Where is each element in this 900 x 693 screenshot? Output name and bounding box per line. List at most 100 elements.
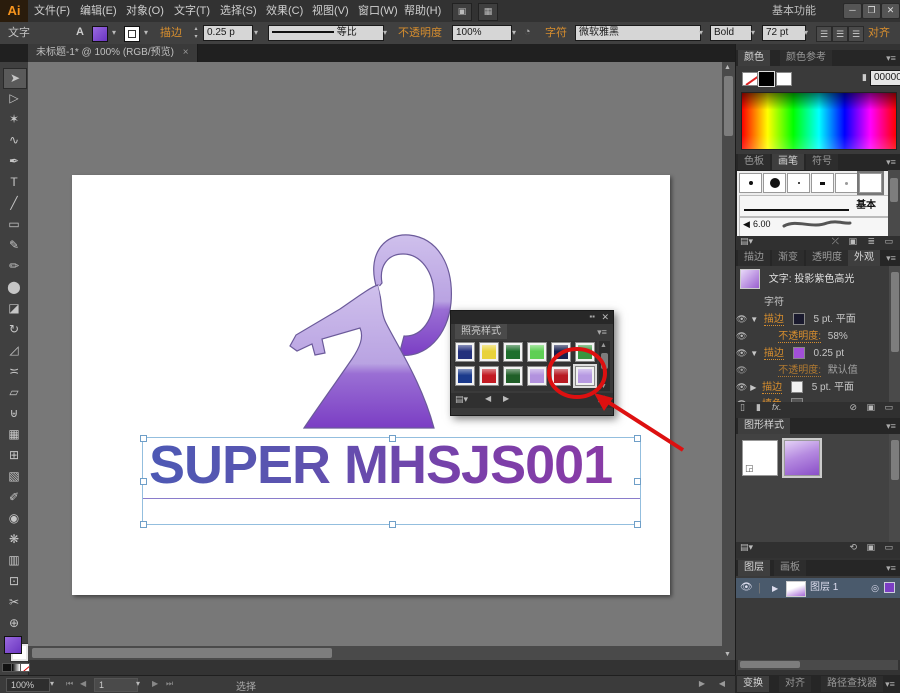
stroke-row-2[interactable]: 👁 ▼ 描边 0.25 pt xyxy=(736,345,889,362)
menu-edit[interactable]: 编辑(E) xyxy=(76,0,121,22)
canvas-area[interactable]: SUPER MHSJS001 ▪▪ ✕ 照亮样式 ▾≡ xyxy=(28,62,722,660)
pencil-tool-icon[interactable]: ✏ xyxy=(3,257,25,276)
tab-color-guide[interactable]: 颜色参考 xyxy=(780,50,832,66)
visibility-eye-icon[interactable]: 👁 xyxy=(736,314,747,324)
v-scroll-up-icon[interactable]: ▲ xyxy=(724,64,731,71)
graphic-styles-scrollbar[interactable] xyxy=(889,434,900,542)
first-artboard-icon[interactable]: ⏮ xyxy=(66,679,73,689)
style-library-panel[interactable]: ▪▪ ✕ 照亮样式 ▾≡ xyxy=(450,310,614,416)
clear-appearance-icon[interactable]: ⊘ xyxy=(849,402,857,413)
font-family-dropdown-icon[interactable]: ▾ xyxy=(695,25,707,41)
goat-logo-graphic[interactable] xyxy=(282,227,462,437)
blend-tool-icon[interactable]: ◉ xyxy=(3,509,25,528)
opacity-field[interactable]: 100% xyxy=(452,25,512,41)
new-brush-icon[interactable]: ≣ xyxy=(867,236,875,247)
purple-style-thumb-selected[interactable] xyxy=(784,440,820,476)
layer-target-circle-icon[interactable]: ◎ xyxy=(871,578,879,598)
delete-brush-icon[interactable]: ▭ xyxy=(884,236,893,247)
layers-panel-menu-icon[interactable]: ▾≡ xyxy=(883,562,899,574)
tab-transparency[interactable]: 透明度 xyxy=(806,250,848,266)
handle-top-left[interactable] xyxy=(140,435,147,442)
visibility-eye-icon[interactable]: 👁 xyxy=(736,365,747,375)
style-swatch[interactable] xyxy=(479,366,499,386)
hex-value-field[interactable]: 000000 xyxy=(870,70,900,86)
basic-brush-row[interactable]: 基本 xyxy=(739,195,889,217)
menu-type[interactable]: 文字(T) xyxy=(170,0,214,22)
horizontal-scrollbar[interactable] xyxy=(28,646,722,660)
scroll-up-icon[interactable]: ▲ xyxy=(600,342,607,349)
tab-stroke[interactable]: 描边 xyxy=(738,250,770,266)
style-swatch[interactable] xyxy=(527,366,547,386)
layer-selection-indicator[interactable] xyxy=(884,582,895,593)
library-scrollbar[interactable]: ▲ ▼ xyxy=(599,341,610,391)
fill-dropdown-icon[interactable]: ▾ xyxy=(108,25,120,41)
menu-view[interactable]: 视图(V) xyxy=(308,0,353,22)
align-right-icon[interactable]: ☰ xyxy=(848,26,864,42)
tab-color[interactable]: 颜色 xyxy=(738,50,770,66)
artboard-tool-icon[interactable]: ⊡ xyxy=(3,572,25,591)
brush-item[interactable] xyxy=(763,173,786,193)
selection-tool-icon[interactable]: ➤ xyxy=(3,68,27,89)
eraser-tool-icon[interactable]: ◪ xyxy=(3,299,25,318)
opacity-link-2[interactable]: 不透明度: xyxy=(778,365,821,377)
perspective-grid-tool-icon[interactable]: ▦ xyxy=(3,425,25,444)
zoom-level-field[interactable]: 100% xyxy=(6,678,50,692)
stroke-swatch-3[interactable] xyxy=(791,381,803,393)
tab-close-icon[interactable]: × xyxy=(183,47,189,58)
logo-text[interactable]: SUPER MHSJS001 xyxy=(149,434,612,496)
vertical-scrollbar[interactable]: ▲ ▼ xyxy=(722,62,735,660)
style-swatch[interactable] xyxy=(503,342,523,362)
tab-symbols[interactable]: 符号 xyxy=(806,154,838,170)
zoom-dropdown-icon[interactable]: ▾ xyxy=(50,679,54,688)
line-segment-tool-icon[interactable]: ╱ xyxy=(3,194,25,213)
style-swatch[interactable] xyxy=(551,366,571,386)
symbol-sprayer-tool-icon[interactable]: ❋ xyxy=(3,530,25,549)
stroke-width-field[interactable]: 0.25 p xyxy=(203,25,253,41)
free-transform-tool-icon[interactable]: ▱ xyxy=(3,383,25,402)
layers-scroll-thumb[interactable] xyxy=(740,661,800,668)
handle-bottom-right[interactable] xyxy=(634,521,641,528)
calligraphic-brush-row[interactable]: ◀ 6.00 xyxy=(739,217,889,237)
zoom-tool-icon[interactable]: ⊕ xyxy=(3,614,25,633)
opacity-dropdown-icon[interactable]: ▾ xyxy=(508,25,520,41)
v-scroll-down-icon[interactable]: ▼ xyxy=(724,651,731,658)
appearance-scroll-thumb[interactable] xyxy=(891,272,899,352)
v-scroll-thumb[interactable] xyxy=(724,76,733,136)
bridge-icon[interactable]: ▣ xyxy=(452,3,472,21)
prev-library-icon[interactable]: ◀ xyxy=(485,394,491,403)
stroke-dropdown-icon[interactable]: ▾ xyxy=(140,25,152,41)
tab-gradient[interactable]: 渐变 xyxy=(772,250,804,266)
menu-file[interactable]: 文件(F) xyxy=(30,0,74,22)
brush-item[interactable] xyxy=(787,173,810,193)
visibility-eye-icon[interactable]: 👁 xyxy=(736,348,747,358)
type-tool-icon[interactable]: T xyxy=(3,173,25,192)
menu-object[interactable]: 对象(O) xyxy=(122,0,168,22)
tab-artboards[interactable]: 画板 xyxy=(774,560,806,576)
style-swatch[interactable] xyxy=(479,342,499,362)
brushes-scrollbar[interactable] xyxy=(888,170,900,236)
artboard-number-field[interactable]: 1 xyxy=(94,678,138,692)
stroke-swatch-1[interactable] xyxy=(793,313,805,325)
font-size-dropdown-icon[interactable]: ▾ xyxy=(800,25,812,41)
magic-wand-tool-icon[interactable]: ✶ xyxy=(3,110,25,129)
fill-color-indicator[interactable] xyxy=(4,636,22,654)
menu-window[interactable]: 窗口(W) xyxy=(354,0,402,22)
style-libraries-icon[interactable]: ▤▾ xyxy=(740,542,753,553)
next-artboard-icon[interactable]: ▶ xyxy=(152,679,158,688)
close-icon[interactable]: ✕ xyxy=(881,3,900,19)
restore-icon[interactable]: ❐ xyxy=(862,3,881,19)
last-artboard-icon[interactable]: ⏭ xyxy=(166,679,173,689)
layer-visibility-eye-icon[interactable]: 👁 xyxy=(740,578,753,598)
none-button-icon[interactable] xyxy=(20,663,30,672)
character-panel-link[interactable]: 字符 xyxy=(545,22,567,45)
brush-item[interactable] xyxy=(739,173,762,193)
workspace-switcher[interactable]: 基本功能 xyxy=(768,0,820,22)
stroke-color-swatch[interactable] xyxy=(124,26,140,42)
tab-brushes[interactable]: 画笔 xyxy=(772,154,804,170)
fill-color-swatch[interactable] xyxy=(92,26,108,42)
visibility-eye-icon[interactable]: 👁 xyxy=(736,331,747,341)
library-panel-menu-icon[interactable]: ▾≡ xyxy=(594,326,610,338)
style-swatch[interactable] xyxy=(503,366,523,386)
recolor-artwork-icon[interactable]: ◔ xyxy=(524,26,531,38)
gs-scroll-thumb[interactable] xyxy=(891,440,899,480)
